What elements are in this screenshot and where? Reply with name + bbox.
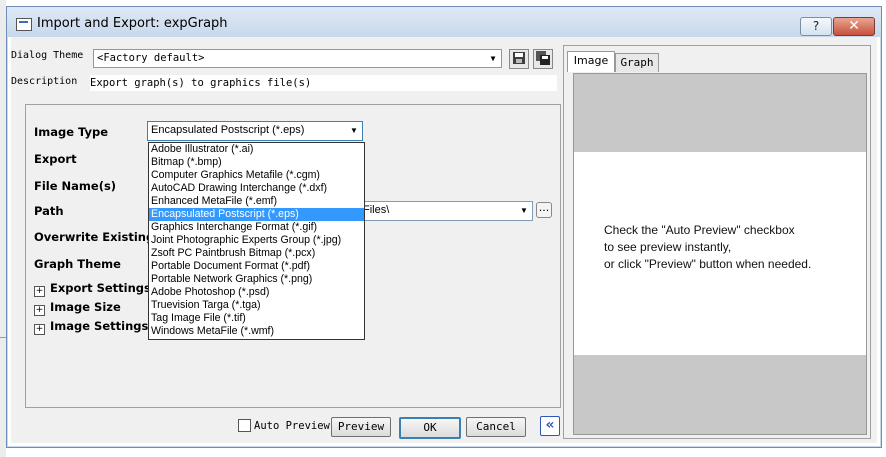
dropdown-option[interactable]: Adobe Illustrator (*.ai) [149, 143, 364, 156]
group-image-size[interactable]: + Image Size [34, 300, 121, 316]
save-as-theme-icon[interactable] [533, 49, 553, 69]
preview-hint-line: Check the "Auto Preview" checkbox [604, 223, 795, 237]
help-button[interactable]: ? [800, 17, 832, 36]
dialog-theme-value: <Factory default> [97, 52, 205, 64]
dialog-body: Dialog Theme <Factory default> ▼ Descrip… [11, 37, 877, 443]
save-theme-icon[interactable] [509, 49, 529, 69]
dropdown-option[interactable]: Zsoft PC Paintbrush Bitmap (*.pcx) [149, 247, 364, 260]
description-label: Description [11, 76, 78, 87]
ok-button[interactable]: OK [399, 417, 461, 439]
preview-white-area: Check the "Auto Preview" checkbox to see… [574, 152, 866, 355]
path-value: Files\ [363, 204, 390, 216]
image-type-label: Image Type [34, 125, 109, 139]
preview-canvas: Check the "Auto Preview" checkbox to see… [573, 73, 867, 435]
chevron-down-icon: ▼ [490, 54, 496, 63]
file-names-label: File Name(s) [34, 179, 117, 193]
dropdown-option[interactable]: Portable Document Format (*.pdf) [149, 260, 364, 273]
dropdown-option[interactable]: Joint Photographic Experts Group (*.jpg) [149, 234, 364, 247]
tab-image[interactable]: Image [567, 51, 615, 72]
description-field: Export graph(s) to graphics file(s) [90, 75, 557, 91]
dialog-title: Import and Export: expGraph [37, 16, 228, 31]
dropdown-option[interactable]: Portable Network Graphics (*.png) [149, 273, 364, 286]
title-bar: Import and Export: expGraph ? ✕ [7, 7, 881, 37]
dropdown-option[interactable]: Enhanced MetaFile (*.emf) [149, 195, 364, 208]
collapse-preview-icon[interactable]: « [540, 416, 560, 436]
expand-icon[interactable]: + [34, 324, 45, 335]
browse-button[interactable]: ... [536, 202, 552, 218]
chevron-down-icon: ▼ [520, 206, 528, 215]
tab-graph[interactable]: Graph [615, 53, 659, 72]
group-label: Image Size [50, 300, 121, 314]
preview-button[interactable]: Preview [331, 417, 391, 437]
graph-theme-label: Graph Theme [34, 257, 121, 271]
dropdown-option[interactable]: Computer Graphics Metafile (*.cgm) [149, 169, 364, 182]
export-label: Export [34, 152, 77, 166]
dropdown-option[interactable]: Windows MetaFile (*.wmf) [149, 325, 364, 338]
app-window-icon [16, 18, 32, 31]
dropdown-option[interactable]: Truevision Targa (*.tga) [149, 299, 364, 312]
dropdown-option[interactable]: AutoCAD Drawing Interchange (*.dxf) [149, 182, 364, 195]
dialog-theme-select[interactable]: <Factory default> ▼ [93, 49, 502, 68]
preview-hint-line: or click "Preview" button when needed. [604, 257, 812, 271]
group-label: Image Settings [50, 319, 149, 333]
overwrite-existing-label: Overwrite Existing [34, 230, 155, 244]
image-type-select[interactable]: Encapsulated Postscript (*.eps) ▼ [147, 121, 363, 141]
dropdown-option[interactable]: Encapsulated Postscript (*.eps) [149, 208, 364, 221]
group-export-settings[interactable]: + Export Settings [34, 281, 151, 297]
dropdown-option[interactable]: Graphics Interchange Format (*.gif) [149, 221, 364, 234]
dropdown-option[interactable]: Tag Image File (*.tif) [149, 312, 364, 325]
export-dialog: Import and Export: expGraph ? ✕ Dialog T… [6, 6, 882, 448]
group-image-settings[interactable]: + Image Settings [34, 319, 148, 335]
chevron-down-icon: ▼ [350, 126, 358, 135]
dropdown-option[interactable]: Bitmap (*.bmp) [149, 156, 364, 169]
auto-preview-label: Auto Preview [254, 420, 330, 432]
dropdown-option[interactable]: Adobe Photoshop (*.psd) [149, 286, 364, 299]
image-type-dropdown-list[interactable]: Adobe Illustrator (*.ai) Bitmap (*.bmp) Co… [148, 142, 365, 340]
preview-hint: Check the "Auto Preview" checkbox to see… [604, 222, 811, 273]
cancel-button[interactable]: Cancel [466, 417, 526, 437]
close-button[interactable]: ✕ [833, 17, 875, 36]
expand-icon[interactable]: + [34, 305, 45, 316]
dialog-theme-label: Dialog Theme [11, 50, 84, 61]
path-label: Path [34, 204, 64, 218]
expand-icon[interactable]: + [34, 286, 45, 297]
image-type-value: Encapsulated Postscript (*.eps) [151, 124, 305, 136]
group-label: Export Settings [50, 281, 151, 295]
preview-hint-line: to see preview instantly, [604, 240, 732, 254]
auto-preview-checkbox[interactable] [238, 419, 251, 432]
description-text: Export graph(s) to graphics file(s) [90, 77, 312, 89]
preview-pane: Image Graph Check the "Auto Preview" che… [563, 45, 871, 439]
